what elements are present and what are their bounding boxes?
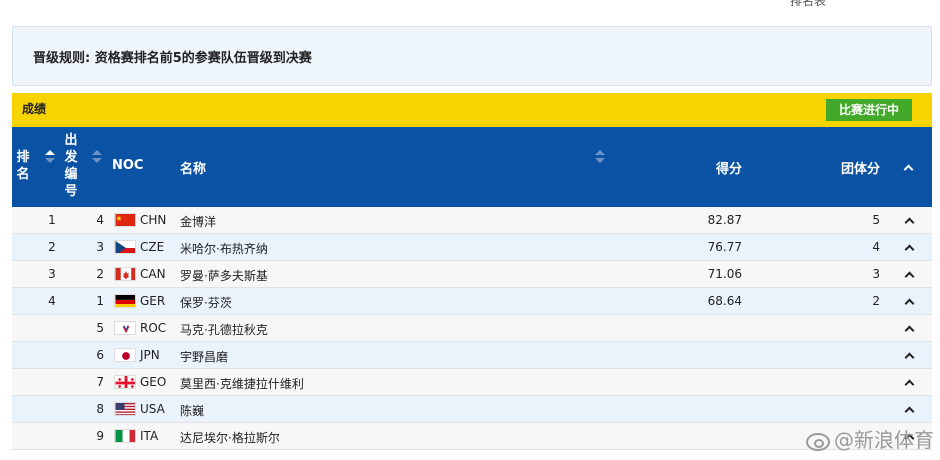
chn-flag-icon [114,213,136,227]
watermark: @新浪体育 [806,424,934,453]
bib-cell: 9 [96,429,104,443]
usa-flag-icon [114,402,136,416]
chevron-up-icon[interactable] [904,271,915,282]
chevron-up-icon[interactable] [904,244,915,255]
chevron-up-icon[interactable] [904,298,915,309]
header-bib[interactable]: 出发编号 [64,132,78,200]
header-team-points[interactable]: 团体分 [841,158,880,177]
header-name[interactable]: 名称 [180,158,206,177]
team-points-cell: 4 [872,240,880,254]
table-row[interactable]: 8 USA 陈巍 [12,396,932,423]
rank-cell: 1 [48,213,56,227]
table-row[interactable]: 7 GEO 莫里西·克维捷拉什维利 [12,369,932,396]
bib-cell: 7 [96,375,104,389]
score-cell: 68.64 [707,294,742,308]
qualification-rule-box: 晋级规则: 资格赛排名前5的参赛队伍晋级到决赛 [12,26,932,86]
noc-cell: CHN [140,213,167,227]
bib-cell: 1 [96,294,104,308]
table-row[interactable]: 5 ROC 马克·孔德拉秋克 [12,315,932,342]
chevron-up-icon[interactable] [904,217,915,228]
noc-cell: JPN [140,348,160,362]
chevron-up-icon[interactable] [904,352,915,363]
ita-flag-icon [114,429,136,443]
bib-cell: 6 [96,348,104,362]
noc-cell: GEO [140,375,167,389]
status-badge: 比赛进行中 [826,99,912,121]
chevron-up-icon[interactable] [904,406,915,417]
bib-cell: 4 [96,213,104,227]
header-partial-text: 排名表 [790,0,827,8]
rank-cell: 3 [48,267,56,281]
athlete-name-cell[interactable]: 莫里西·克维捷拉什维利 [180,375,304,392]
table-row[interactable]: 3 2 CAN 罗曼·萨多夫斯基 71.06 3 [12,261,932,288]
ger-flag-icon [114,294,136,308]
athlete-name-cell[interactable]: 马克·孔德拉秋克 [180,321,268,338]
cze-flag-icon [114,240,136,254]
header-rank[interactable]: 排名 [16,149,30,183]
noc-cell: USA [140,402,165,416]
score-cell: 76.77 [707,240,742,254]
rank-cell: 4 [48,294,56,308]
sort-icon[interactable] [595,150,605,164]
athlete-name-cell[interactable]: 宇野昌磨 [180,348,228,365]
athlete-name-cell[interactable]: 罗曼·萨多夫斯基 [180,267,268,284]
bib-cell: 8 [96,402,104,416]
header-noc[interactable]: NOC [112,158,143,173]
results-bar: 成绩 比赛进行中 [12,93,932,127]
header-score[interactable]: 得分 [716,158,742,177]
roc-flag-icon [114,321,136,335]
rank-cell: 2 [48,240,56,254]
table-row[interactable]: 6 JPN 宇野昌磨 [12,342,932,369]
table-header: 排名 出发编号 NOC 名称 得分 团体分 [12,127,932,207]
team-points-cell: 3 [872,267,880,281]
collapse-all-chevron-up-icon[interactable] [903,164,914,175]
results-title: 成绩 [22,102,47,116]
athlete-name-cell[interactable]: 陈巍 [180,402,204,419]
athlete-name-cell[interactable]: 达尼埃尔·格拉斯尔 [180,429,280,446]
table-row[interactable]: 1 4 CHN 金博洋 82.87 5 [12,207,932,234]
qualification-rule-text: 晋级规则: 资格赛排名前5的参赛队伍晋级到决赛 [33,51,312,66]
jpn-flag-icon [114,348,136,362]
table-row[interactable]: 9 ITA 达尼埃尔·格拉斯尔 [12,423,932,450]
table-row[interactable]: 4 1 GER 保罗·芬茨 68.64 2 [12,288,932,315]
noc-cell: CAN [140,267,166,281]
chevron-up-icon[interactable] [904,325,915,336]
can-flag-icon [114,267,136,281]
bib-cell: 3 [96,240,104,254]
table-body: 1 4 CHN 金博洋 82.87 5 2 3 CZE 米哈尔·布热齐纳 76.77 4 3 2 CAN 罗曼… [12,207,932,450]
athlete-name-cell[interactable]: 保罗·芬茨 [180,294,232,311]
athlete-name-cell[interactable]: 金博洋 [180,213,216,230]
bib-cell: 2 [96,267,104,281]
team-points-cell: 2 [872,294,880,308]
score-cell: 71.06 [707,267,742,281]
score-cell: 82.87 [707,213,742,227]
noc-cell: CZE [140,240,165,254]
noc-cell: GER [140,294,166,308]
table-row[interactable]: 2 3 CZE 米哈尔·布热齐纳 76.77 4 [12,234,932,261]
watermark-text: @新浪体育 [834,428,934,452]
team-points-cell: 5 [872,213,880,227]
sort-ascending-icon[interactable] [45,150,55,164]
noc-cell: ITA [140,429,159,443]
noc-cell: ROC [140,321,167,335]
bib-cell: 5 [96,321,104,335]
sort-icon[interactable] [92,150,102,164]
weibo-logo-icon [806,432,830,451]
athlete-name-cell[interactable]: 米哈尔·布热齐纳 [180,240,268,257]
geo-flag-icon [114,375,136,389]
chevron-up-icon[interactable] [904,379,915,390]
